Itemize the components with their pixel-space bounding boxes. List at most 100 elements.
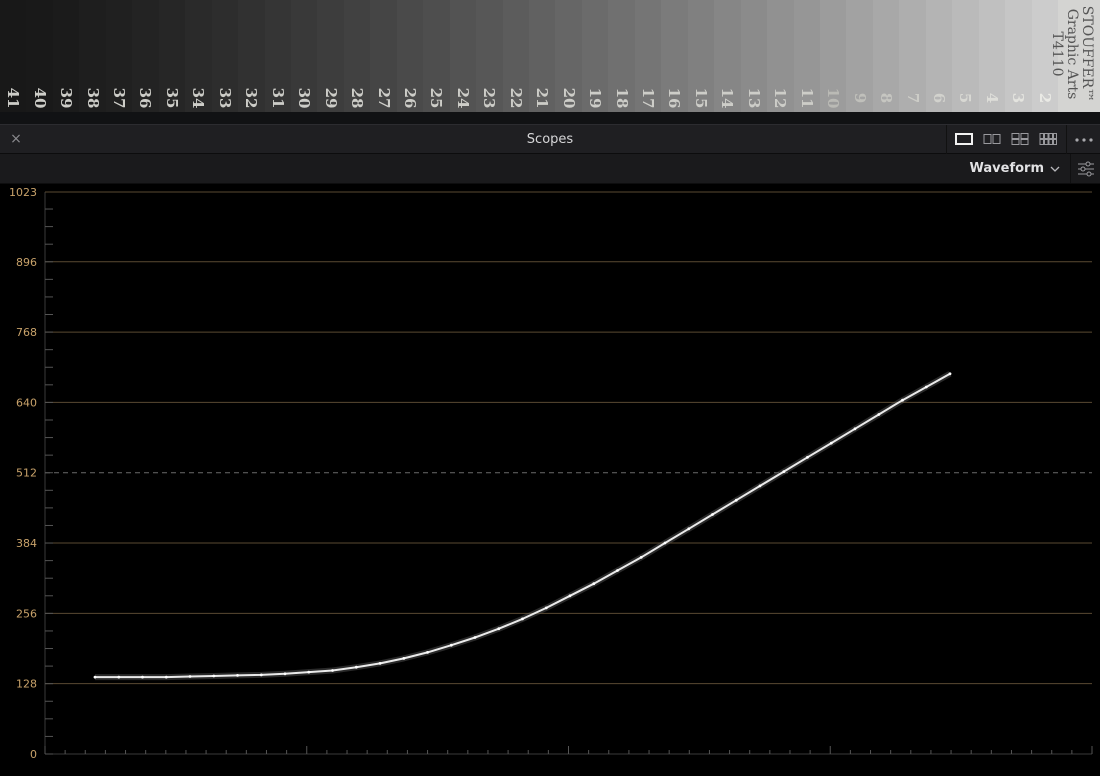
dual-view-icon: [983, 134, 1001, 144]
trace-point: [164, 675, 168, 679]
trace-point: [236, 674, 239, 677]
wedge-step: 6: [925, 0, 954, 112]
trace-point: [544, 606, 548, 610]
wedge-step-number: 34: [189, 87, 208, 109]
trace-point: [426, 651, 429, 654]
trace-glow: [95, 371, 952, 681]
dual-view-button[interactable]: [983, 132, 1001, 146]
trace-point: [924, 385, 928, 389]
trace-point: [117, 675, 121, 679]
trace-point: [758, 484, 762, 488]
trace-point: [473, 636, 477, 639]
wedge-step: 11: [793, 0, 821, 112]
trace-point: [853, 427, 857, 431]
trace-point: [307, 670, 311, 674]
wedge-step: 28: [343, 0, 372, 112]
trace-point: [877, 413, 881, 416]
scope-layout-group: [946, 125, 1066, 154]
octa-view-button[interactable]: [1039, 132, 1057, 146]
wedge-step: 7: [899, 0, 927, 112]
step-wedge-strip: 41 40 39 38 37 36 35 34 33 32 31 30 29 28 27 26 25 24 23 22…: [0, 0, 1100, 112]
trace-point: [901, 398, 904, 402]
wedge-step: 14: [714, 0, 742, 112]
wedge-step-number: 37: [110, 87, 129, 109]
wedge-step: 15: [687, 0, 716, 112]
scope-toolbar: Waveform: [0, 154, 1100, 184]
trace-point: [734, 498, 738, 502]
wedge-step-number: 4: [982, 92, 1001, 104]
trace-point: [806, 455, 809, 459]
wedge-step-number: 20: [559, 87, 578, 109]
y-tick-label: 0: [30, 748, 37, 761]
wedge-step: 37: [105, 0, 134, 112]
y-tick-label: 384: [16, 537, 37, 550]
trace-point: [188, 675, 192, 678]
waveform-graph: 1023 896 768 640 512 384 256 128 0: [9, 186, 1093, 761]
wedge-step: 25: [423, 0, 451, 112]
y-tick-label: 896: [16, 256, 37, 269]
brand-line-1: STOUFFER™: [1079, 5, 1096, 103]
wedge-step-number: 8: [877, 92, 896, 104]
trace-point: [449, 643, 453, 647]
trace-point: [948, 372, 952, 376]
wedge-step: 12: [767, 0, 795, 112]
scope-type-dropdown[interactable]: Waveform: [970, 160, 1060, 178]
wedge-step-number: 27: [374, 87, 393, 109]
panel-divider: [0, 112, 1100, 124]
wedge-step: 13: [740, 0, 769, 112]
more-options-button[interactable]: [1066, 125, 1100, 154]
wedge-step-number: 23: [480, 87, 499, 109]
close-panel-button[interactable]: ×: [8, 130, 24, 148]
trace-point: [93, 675, 97, 679]
wedge-step-number: 30: [295, 87, 314, 109]
wedge-step-number: 9: [850, 92, 869, 104]
trace-point: [616, 569, 619, 572]
quad-view-icon: [1011, 133, 1029, 145]
octa-view-icon: [1039, 133, 1057, 145]
wedge-step: 17: [634, 0, 663, 112]
wedge-step-number: 11: [797, 87, 816, 109]
scope-settings-button[interactable]: [1070, 154, 1100, 183]
wedge-step-number: 29: [321, 87, 340, 109]
wedge-step: 4: [978, 0, 1007, 112]
wedge-step: 16: [661, 0, 689, 112]
quad-view-button[interactable]: [1011, 132, 1029, 146]
trace-point: [283, 672, 287, 676]
wedge-step-number: 25: [427, 87, 446, 109]
source-image-preview: 41 40 39 38 37 36 35 34 33 32 31 30 29 28 27 26 25 24 23 22…: [0, 0, 1100, 112]
wedge-step-number: 13: [744, 87, 763, 109]
wedge-step-number: 41: [4, 87, 23, 109]
trace-point: [141, 675, 144, 679]
single-view-button[interactable]: [955, 132, 973, 146]
y-tick-label: 768: [16, 326, 37, 339]
wedge-step-number: 26: [400, 87, 419, 109]
wedge-step: 19: [581, 0, 610, 112]
trace-point: [378, 662, 382, 665]
trace-point: [212, 674, 216, 678]
scopes-panel-header: × Scopes: [0, 124, 1100, 154]
y-tick-label: 1023: [9, 186, 37, 199]
wedge-step: 30: [290, 0, 319, 112]
trace-point: [568, 594, 572, 598]
wedge-step-number: 32: [242, 87, 261, 109]
graticule: [44, 191, 1093, 755]
wedge-step: 35: [158, 0, 187, 112]
y-tick-label: 256: [16, 607, 37, 620]
trace-point: [829, 441, 833, 445]
wedge-step: 40: [26, 0, 54, 112]
trace-point: [331, 669, 334, 672]
brand-line-3: T4110: [1049, 31, 1066, 77]
wedge-step: 27: [370, 0, 398, 112]
wedge-step-number: 15: [691, 87, 710, 109]
waveform-scope[interactable]: 1023 896 768 640 512 384 256 128 0: [0, 184, 1100, 776]
wedge-step: 18: [608, 0, 636, 112]
wedge-step-number: 19: [586, 87, 605, 109]
trace-point: [639, 555, 643, 559]
trace-point: [592, 582, 596, 586]
waveform-trace: [93, 371, 952, 681]
wedge-step: 5: [952, 0, 980, 112]
y-axis-labels: 1023 896 768 640 512 384 256 128 0: [9, 186, 37, 761]
wedge-step: 32: [238, 0, 266, 112]
wedge-step-number: 10: [824, 87, 843, 109]
close-icon: ×: [10, 131, 22, 147]
